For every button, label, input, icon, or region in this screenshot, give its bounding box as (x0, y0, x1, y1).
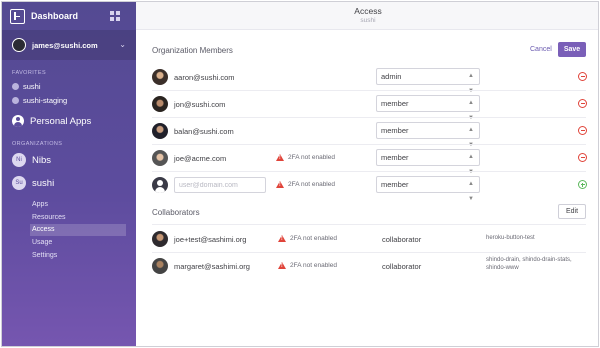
account-switcher[interactable]: james@sushi.com ⌄ (2, 30, 136, 60)
warning-icon (276, 181, 284, 188)
page-title: Access (354, 6, 382, 16)
member-row: jon@sushi.com member ▲ ▼ (152, 91, 587, 121)
collaborator-row: margaret@sashimi.org 2FA not enabled col… (152, 253, 586, 279)
brand-title: Dashboard (31, 11, 79, 21)
warning-text: 2FA not enabled (288, 154, 335, 161)
page-header: Access sushi (136, 2, 598, 30)
member-email: joe@acme.com (174, 154, 227, 163)
member-email: aaron@sushi.com (174, 73, 235, 82)
member-row: aaron@sushi.com admin ▲ ▼ (152, 64, 587, 94)
account-email: james@sushi.com (32, 40, 98, 50)
warning-icon (276, 154, 284, 161)
avatar (12, 38, 26, 52)
warning-badge: 2FA not enabled (276, 181, 335, 188)
nav-resources[interactable]: Resources (30, 212, 126, 224)
collaborators-heading: Collaborators (152, 208, 200, 217)
warning-badge: 2FA not enabled (276, 154, 335, 161)
new-member-row: 2FA not enabled member ▲▼ (152, 172, 587, 202)
new-member-email-input[interactable] (174, 177, 266, 193)
org-item-sushi[interactable]: Su sushi (12, 176, 54, 190)
org-badge: Su (12, 176, 26, 190)
role-value: member (381, 126, 409, 135)
warning-text: 2FA not enabled (290, 235, 337, 242)
role-select[interactable]: member ▲ ▼ (376, 149, 480, 175)
warning-icon (278, 262, 286, 269)
sidebar: Dashboard james@sushi.com ⌄ FAVORITES su… (2, 2, 136, 346)
divider (152, 224, 586, 225)
nav-usage[interactable]: Usage (30, 237, 126, 249)
heroku-logo-icon (10, 8, 25, 24)
favorite-label: sushi-staging (23, 96, 68, 105)
role-select[interactable]: member ▲ ▼ (376, 176, 480, 202)
main-content: Access sushi Organization Members Cancel… (136, 2, 598, 346)
collaborator-email: joe+test@sashimi.org (174, 235, 247, 244)
app-dot-icon (12, 97, 19, 104)
collaborator-row: joe+test@sashimi.org 2FA not enabled col… (152, 226, 586, 252)
favorites-label: FAVORITES (12, 70, 47, 76)
avatar (152, 69, 168, 85)
avatar (152, 258, 168, 274)
nav-apps[interactable]: Apps (30, 199, 126, 211)
collaborator-apps: heroku-button-test (486, 235, 535, 241)
org-name: Nibs (32, 154, 52, 166)
avatar (152, 231, 168, 247)
personal-apps-label: Personal Apps (30, 115, 92, 127)
role-select[interactable]: member ▲ ▼ (376, 122, 480, 148)
member-email: jon@sushi.com (174, 100, 226, 109)
chevron-down-icon: ⌄ (119, 40, 126, 49)
warning-badge: 2FA not enabled (278, 235, 337, 242)
role-value: member (381, 99, 409, 108)
role-select[interactable]: admin ▲ ▼ (376, 68, 480, 94)
warning-text: 2FA not enabled (290, 262, 337, 269)
collaborator-email: margaret@sashimi.org (174, 262, 250, 271)
favorite-item-sushi-staging[interactable]: sushi-staging (12, 96, 67, 105)
app-dot-icon (12, 83, 19, 90)
edit-button[interactable]: Edit (558, 204, 586, 219)
apps-grid-icon[interactable] (110, 11, 120, 21)
org-item-nibs[interactable]: Ni Nibs (12, 153, 51, 167)
role-value: member (381, 153, 409, 162)
collaborator-role: collaborator (382, 235, 422, 244)
select-arrows-icon: ▲ ▼ (468, 181, 474, 202)
warning-icon (278, 235, 286, 242)
avatar (152, 150, 168, 166)
avatar (152, 123, 168, 139)
collaborator-apps: shindo-drain, shindo-drain-stats, shindo… (486, 257, 572, 271)
warning-badge: 2FA not enabled (278, 262, 337, 269)
member-row: balan@sushi.com member ▲ ▼ (152, 118, 587, 148)
personal-apps-link[interactable]: Personal Apps (12, 115, 91, 127)
nav-access[interactable]: Access (30, 224, 126, 236)
page-subtitle: sushi (360, 17, 376, 24)
remove-member-button[interactable] (578, 99, 587, 108)
avatar (152, 96, 168, 112)
warning-text: 2FA not enabled (288, 181, 335, 188)
app-window: Dashboard james@sushi.com ⌄ FAVORITES su… (1, 1, 599, 347)
cancel-button[interactable]: Cancel (530, 46, 552, 53)
collaborator-role: collaborator (382, 262, 422, 271)
org-name: sushi (32, 177, 55, 189)
nav-settings[interactable]: Settings (30, 250, 126, 262)
favorite-item-sushi[interactable]: sushi (12, 82, 41, 91)
member-email: balan@sushi.com (174, 127, 234, 136)
remove-member-button[interactable] (578, 72, 587, 81)
role-value: member (381, 180, 409, 189)
person-icon (12, 115, 24, 127)
remove-member-button[interactable] (578, 126, 587, 135)
add-member-button[interactable] (578, 180, 587, 189)
save-button[interactable]: Save (558, 42, 586, 57)
avatar (152, 177, 168, 193)
organizations-label: ORGANIZATIONS (12, 141, 63, 147)
org-badge: Ni (12, 153, 26, 167)
member-row: joe@acme.com 2FA not enabled member▲▼ (152, 145, 587, 175)
favorite-label: sushi (23, 82, 41, 91)
members-heading: Organization Members (152, 46, 233, 55)
role-select[interactable]: member ▲ ▼ (376, 95, 480, 121)
remove-member-button[interactable] (578, 153, 587, 162)
role-value: admin (381, 72, 402, 81)
